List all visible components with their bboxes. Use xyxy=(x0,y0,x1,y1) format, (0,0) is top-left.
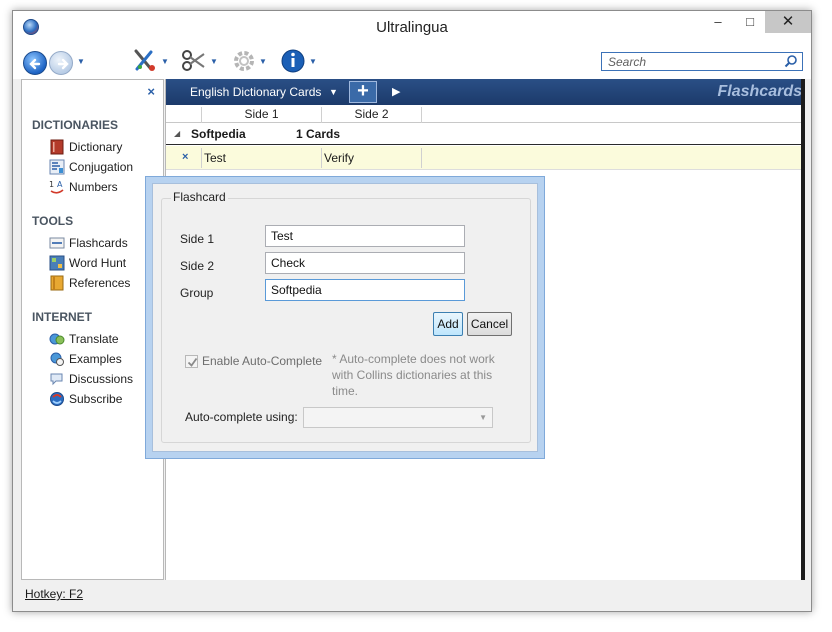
auto-complete-label: Enable Auto-Complete xyxy=(202,354,323,368)
info-dropdown-icon[interactable]: ▼ xyxy=(309,57,317,66)
panel-title: Flashcards xyxy=(717,83,802,100)
section-dictionaries: DICTIONARIES xyxy=(32,118,119,132)
hotkey-link[interactable]: Hotkey: F2 xyxy=(25,587,83,601)
cell-side-2: Verify xyxy=(324,151,355,165)
column-divider xyxy=(421,107,422,123)
group-field-box xyxy=(265,279,465,301)
translate-icon xyxy=(49,331,65,347)
toolbar: ▼ ▼ ▼ ▼ ▼ Search xyxy=(13,41,811,79)
sidebar-item-label: Conjugation xyxy=(69,160,134,174)
group-count: 1 Cards xyxy=(296,127,341,141)
minimize-button[interactable]: – xyxy=(703,11,733,33)
tools-icon[interactable] xyxy=(131,47,161,75)
search-icon[interactable] xyxy=(784,54,798,71)
cell-divider xyxy=(201,148,202,168)
close-button[interactable]: ✕ xyxy=(765,11,811,33)
conjugation-icon xyxy=(49,159,65,175)
tab-bar: English Dictionary Cards ▼ + ▶ Flashcard… xyxy=(166,79,802,105)
chevron-down-icon[interactable]: ▼ xyxy=(329,87,338,97)
side-2-label: Side 2 xyxy=(180,259,215,273)
sidebar: × DICTIONARIES Dictionary Conjugation 1A… xyxy=(21,79,164,580)
sidebar-item-label: Numbers xyxy=(69,180,118,194)
book-icon xyxy=(49,139,65,155)
window-title: Ultralingua xyxy=(376,19,448,36)
references-icon xyxy=(49,275,65,291)
cell-side-1: Test xyxy=(204,151,227,165)
add-button[interactable]: Add xyxy=(433,312,463,336)
sidebar-item-label: Flashcards xyxy=(69,236,128,250)
auto-complete-note: * Auto-complete does not work with Colli… xyxy=(332,352,495,398)
side-2-field[interactable] xyxy=(266,253,464,273)
side-1-field[interactable] xyxy=(266,226,464,246)
numbers-icon: 1A xyxy=(49,179,65,195)
sidebar-item-label: Discussions xyxy=(69,372,134,386)
column-side-1[interactable]: Side 1 xyxy=(201,107,321,123)
gear-icon[interactable] xyxy=(230,47,260,75)
sidebar-item-label: References xyxy=(69,276,131,290)
play-icon[interactable]: ▶ xyxy=(392,85,400,98)
group-row[interactable]: ◢ Softpedia 1 Cards xyxy=(166,123,802,145)
chevron-down-icon: ▼ xyxy=(479,413,487,422)
back-icon[interactable] xyxy=(23,51,47,75)
cell-divider xyxy=(421,148,422,168)
panel-edge xyxy=(801,79,805,580)
add-deck-button[interactable]: + xyxy=(349,81,377,103)
sidebar-item-label: Dictionary xyxy=(69,140,123,154)
cell-divider xyxy=(321,148,322,168)
maximize-button[interactable]: □ xyxy=(735,11,765,33)
fieldset-legend: Flashcard xyxy=(171,190,228,204)
tools-dropdown-icon[interactable]: ▼ xyxy=(161,57,169,66)
side-1-field-box xyxy=(265,225,465,247)
dialog-body: Flashcard Side 1 Side 2 Group Add Cancel… xyxy=(152,183,538,452)
auto-complete-using-label: Auto-complete using: xyxy=(185,410,298,424)
cancel-button[interactable]: Cancel xyxy=(467,312,512,336)
discussions-icon xyxy=(49,371,65,387)
scissors-icon[interactable] xyxy=(179,47,209,75)
info-icon[interactable] xyxy=(279,47,309,75)
scissors-dropdown-icon[interactable]: ▼ xyxy=(210,57,218,66)
section-tools: TOOLS xyxy=(32,214,74,228)
app-window: Ultralingua – □ ✕ ▼ ▼ ▼ ▼ ▼ Search × DIC… xyxy=(12,10,812,612)
history-dropdown-icon[interactable]: ▼ xyxy=(77,57,85,66)
delete-card-icon[interactable]: × xyxy=(182,151,188,163)
title-bar: Ultralingua – □ ✕ xyxy=(13,11,811,41)
svg-text:A: A xyxy=(57,180,63,189)
auto-complete-checkbox[interactable] xyxy=(185,355,198,368)
sidebar-close-icon[interactable]: × xyxy=(147,84,155,99)
group-name: Softpedia xyxy=(191,127,246,141)
group-field[interactable] xyxy=(266,280,464,300)
gear-dropdown-icon[interactable]: ▼ xyxy=(259,57,267,66)
side-2-field-box xyxy=(265,252,465,274)
search-box xyxy=(601,52,803,71)
column-side-2[interactable]: Side 2 xyxy=(321,107,421,123)
table-row[interactable]: × Test Verify xyxy=(166,146,802,170)
table-header: Side 1 Side 2 xyxy=(166,105,802,123)
examples-icon xyxy=(49,351,65,367)
collapse-icon[interactable]: ◢ xyxy=(174,129,180,138)
sidebar-item-conjugation[interactable]: Conjugation xyxy=(49,158,161,176)
tab-english-dictionary-cards[interactable]: English Dictionary Cards xyxy=(190,85,321,99)
side-1-label: Side 1 xyxy=(180,232,215,246)
sidebar-item-label: Examples xyxy=(69,352,122,366)
auto-complete-dictionary-select[interactable]: ▼ xyxy=(303,407,493,428)
svg-text:1: 1 xyxy=(49,180,54,189)
sidebar-item-dictionary[interactable]: Dictionary xyxy=(49,138,161,156)
sidebar-item-label: Word Hunt xyxy=(69,256,127,270)
group-label: Group xyxy=(180,286,214,300)
status-bar: Hotkey: F2 xyxy=(13,582,811,611)
subscribe-icon xyxy=(49,391,65,407)
search-input[interactable] xyxy=(602,53,778,70)
word-hunt-icon xyxy=(49,255,65,271)
sidebar-item-label: Translate xyxy=(69,332,119,346)
flashcards-icon xyxy=(49,235,65,251)
section-internet: INTERNET xyxy=(32,310,92,324)
sidebar-item-label: Subscribe xyxy=(69,392,123,406)
forward-icon[interactable] xyxy=(49,51,73,75)
flashcard-dialog: Flashcard Side 1 Side 2 Group Add Cancel… xyxy=(145,176,545,459)
